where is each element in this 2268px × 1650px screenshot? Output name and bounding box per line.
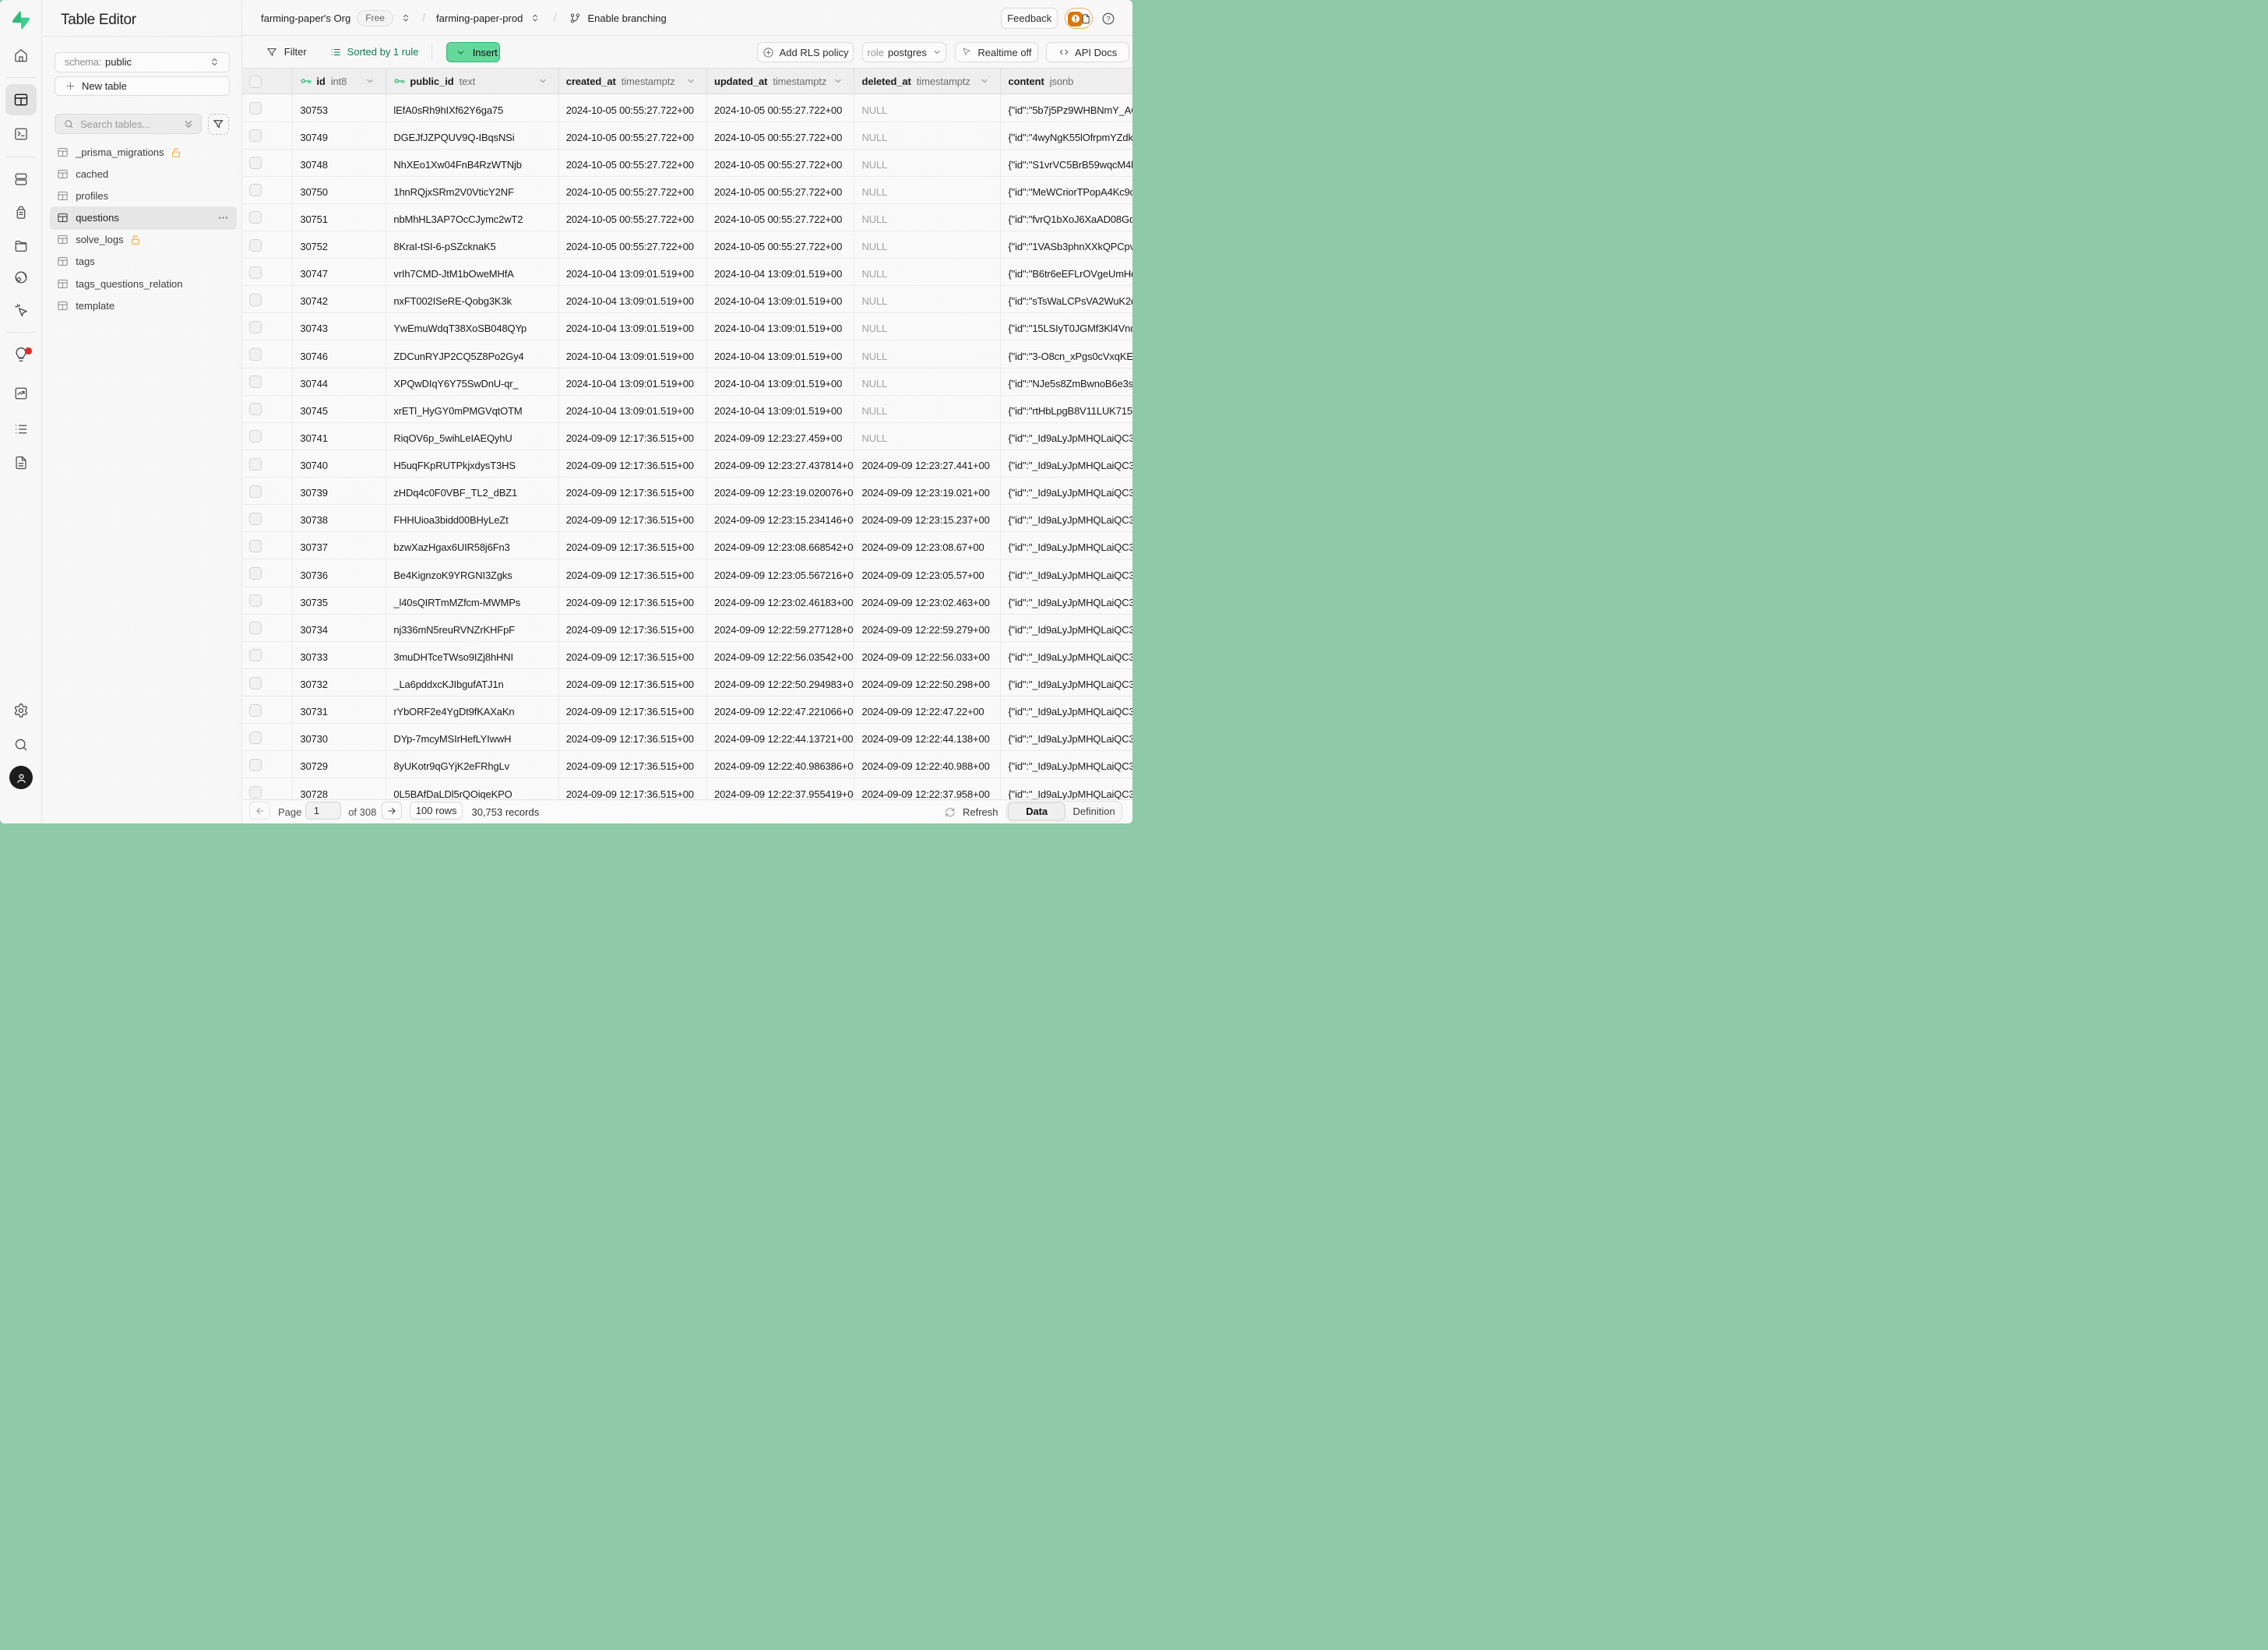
svg-text:?: ? [1107,15,1111,23]
